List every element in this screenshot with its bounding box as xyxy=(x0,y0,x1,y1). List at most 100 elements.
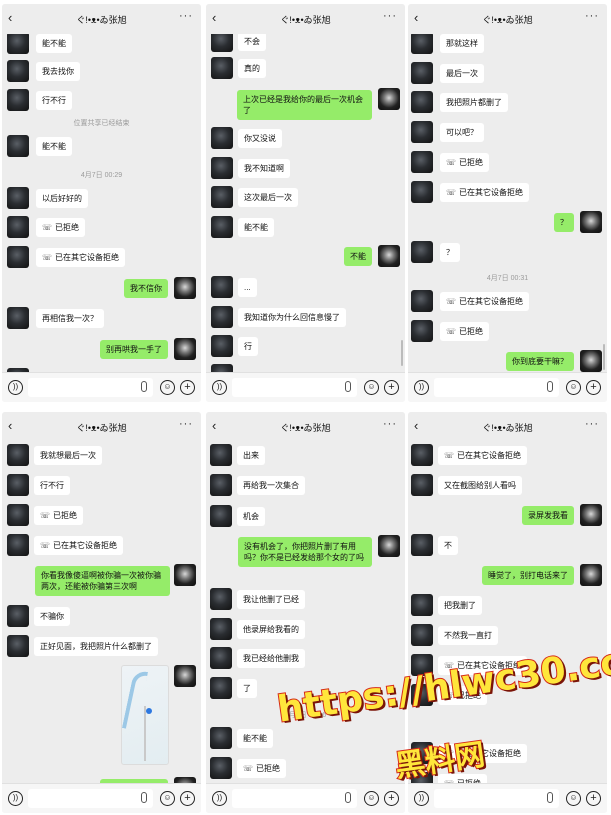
avatar[interactable] xyxy=(211,306,233,328)
message-bubble[interactable]: 真的 xyxy=(238,59,266,78)
avatar[interactable] xyxy=(210,727,232,749)
my-avatar[interactable] xyxy=(378,245,400,267)
message-bubble[interactable]: 我不知道啊 xyxy=(238,159,290,178)
call-record-bubble[interactable]: ☏ 已在其它设备拒绝 xyxy=(34,536,123,555)
avatar[interactable] xyxy=(210,474,232,496)
avatar[interactable] xyxy=(211,276,233,298)
my-message-bubble[interactable]: ？ xyxy=(554,213,574,232)
message-bubble[interactable]: ？ xyxy=(440,243,460,262)
message-bubble[interactable]: 那就这样 xyxy=(440,34,484,53)
message-bubble[interactable]: 不然我一直打 xyxy=(438,626,498,645)
avatar[interactable] xyxy=(210,505,232,527)
message-bubble[interactable]: 可以吧？ xyxy=(440,123,484,142)
mic-icon[interactable] xyxy=(547,792,553,803)
avatar[interactable] xyxy=(7,504,29,526)
message-bubble[interactable]: 把我删了 xyxy=(438,596,482,615)
message-bubble[interactable]: 我把照片都删了 xyxy=(440,93,508,112)
message-list[interactable]: 不会 真的 上次已经是我给你的最后一次机会了 你又没说 我不知道啊 这次最后一次… xyxy=(206,30,405,386)
avatar[interactable] xyxy=(211,216,233,238)
avatar[interactable] xyxy=(411,444,433,466)
message-bubble[interactable]: 以后好好的 xyxy=(36,189,88,208)
my-message-bubble[interactable]: 别再哄我一手了 xyxy=(100,340,168,359)
call-record-bubble[interactable]: ☏ 已在其它设备拒绝 xyxy=(438,446,527,465)
message-bubble[interactable]: 你又没说 xyxy=(238,129,282,148)
emoji-icon[interactable]: ☺ xyxy=(364,791,379,806)
avatar[interactable] xyxy=(411,151,433,173)
avatar[interactable] xyxy=(7,32,29,54)
message-input[interactable] xyxy=(232,789,357,808)
my-message-bubble[interactable]: 没有机会了，你把照片删了有用吗？你不是已经发给那个女的了吗 xyxy=(238,537,372,567)
message-bubble[interactable]: 了 xyxy=(237,679,257,698)
avatar[interactable] xyxy=(210,588,232,610)
message-input[interactable] xyxy=(434,378,559,397)
avatar[interactable] xyxy=(7,474,29,496)
avatar[interactable] xyxy=(411,91,433,113)
message-bubble[interactable]: 能不能 xyxy=(36,34,72,53)
more-icon[interactable]: ··· xyxy=(585,10,599,22)
message-bubble[interactable]: 又在截图给别人看吗 xyxy=(438,476,522,495)
emoji-icon[interactable]: ☺ xyxy=(364,380,379,395)
avatar[interactable] xyxy=(7,187,29,209)
message-bubble[interactable]: 能不能 xyxy=(36,137,72,156)
voice-icon[interactable]: )) xyxy=(414,380,429,395)
more-icon[interactable]: ··· xyxy=(383,418,397,430)
message-bubble[interactable]: 这次最后一次 xyxy=(238,188,298,207)
message-bubble[interactable]: 再相信我一次？ xyxy=(36,309,104,328)
message-bubble[interactable]: 行不行 xyxy=(36,91,72,110)
my-avatar[interactable] xyxy=(378,535,400,557)
avatar[interactable] xyxy=(411,32,433,54)
avatar[interactable] xyxy=(411,474,433,496)
message-bubble[interactable]: 能不能 xyxy=(237,729,273,748)
message-bubble[interactable]: 机会 xyxy=(237,507,265,526)
call-record-bubble[interactable]: ☏已拒绝 xyxy=(34,506,83,525)
call-record-bubble[interactable]: ☏ 已在其它设备拒绝 xyxy=(440,183,529,202)
avatar[interactable] xyxy=(411,534,433,556)
message-bubble[interactable]: 我让他删了已经 xyxy=(237,590,305,609)
my-avatar[interactable] xyxy=(378,88,400,110)
call-record-bubble[interactable]: ☏已拒绝 xyxy=(237,759,286,778)
message-bubble[interactable]: 行 xyxy=(238,337,258,356)
more-icon[interactable]: ··· xyxy=(179,418,193,430)
call-record-bubble[interactable]: ☏已拒绝 xyxy=(36,218,85,237)
my-avatar[interactable] xyxy=(174,277,196,299)
avatar[interactable] xyxy=(211,127,233,149)
plus-icon[interactable]: + xyxy=(180,380,195,395)
contact-name[interactable]: ぐ!•ᴥ•ゐ张旭 xyxy=(2,13,201,26)
my-avatar[interactable] xyxy=(580,211,602,233)
message-bubble[interactable]: 能不能 xyxy=(238,218,274,237)
contact-name[interactable]: ぐ!•ᴥ•ゐ张旭 xyxy=(206,13,405,26)
message-input[interactable] xyxy=(232,378,357,397)
avatar[interactable] xyxy=(210,647,232,669)
mic-icon[interactable] xyxy=(141,792,147,803)
emoji-icon[interactable]: ☺ xyxy=(160,791,175,806)
avatar[interactable] xyxy=(7,60,29,82)
avatar[interactable] xyxy=(211,335,233,357)
plus-icon[interactable]: + xyxy=(384,380,399,395)
voice-icon[interactable]: )) xyxy=(212,380,227,395)
avatar[interactable] xyxy=(411,241,433,263)
emoji-icon[interactable]: ☺ xyxy=(566,380,581,395)
my-avatar[interactable] xyxy=(580,564,602,586)
message-list[interactable]: 能不能 我去找你 行不行 位置共享已经结束 能不能 4月7日 00:29 以后好… xyxy=(2,32,201,390)
more-icon[interactable]: ··· xyxy=(383,10,397,22)
contact-name[interactable]: ぐ!•ᴥ•ゐ张旭 xyxy=(2,421,201,434)
my-avatar[interactable] xyxy=(174,338,196,360)
call-record-bubble[interactable]: ☏已拒绝 xyxy=(440,322,489,341)
avatar[interactable] xyxy=(7,135,29,157)
mic-icon[interactable] xyxy=(547,381,553,392)
mic-icon[interactable] xyxy=(141,381,147,392)
avatar[interactable] xyxy=(211,57,233,79)
avatar[interactable] xyxy=(211,157,233,179)
avatar[interactable] xyxy=(7,635,29,657)
avatar[interactable] xyxy=(411,320,433,342)
message-bubble[interactable]: 不 xyxy=(438,536,458,555)
avatar[interactable] xyxy=(411,290,433,312)
my-message-bubble[interactable]: 不能 xyxy=(344,247,372,266)
message-bubble[interactable]: 我就想最后一次 xyxy=(34,446,102,465)
message-bubble[interactable]: 不会 xyxy=(238,32,266,51)
avatar[interactable] xyxy=(7,605,29,627)
scrollbar[interactable] xyxy=(603,344,605,370)
my-message-bubble[interactable]: 上次已经是我给你的最后一次机会了 xyxy=(237,90,372,120)
map-thumbnail[interactable] xyxy=(121,665,169,765)
avatar[interactable] xyxy=(7,246,29,268)
